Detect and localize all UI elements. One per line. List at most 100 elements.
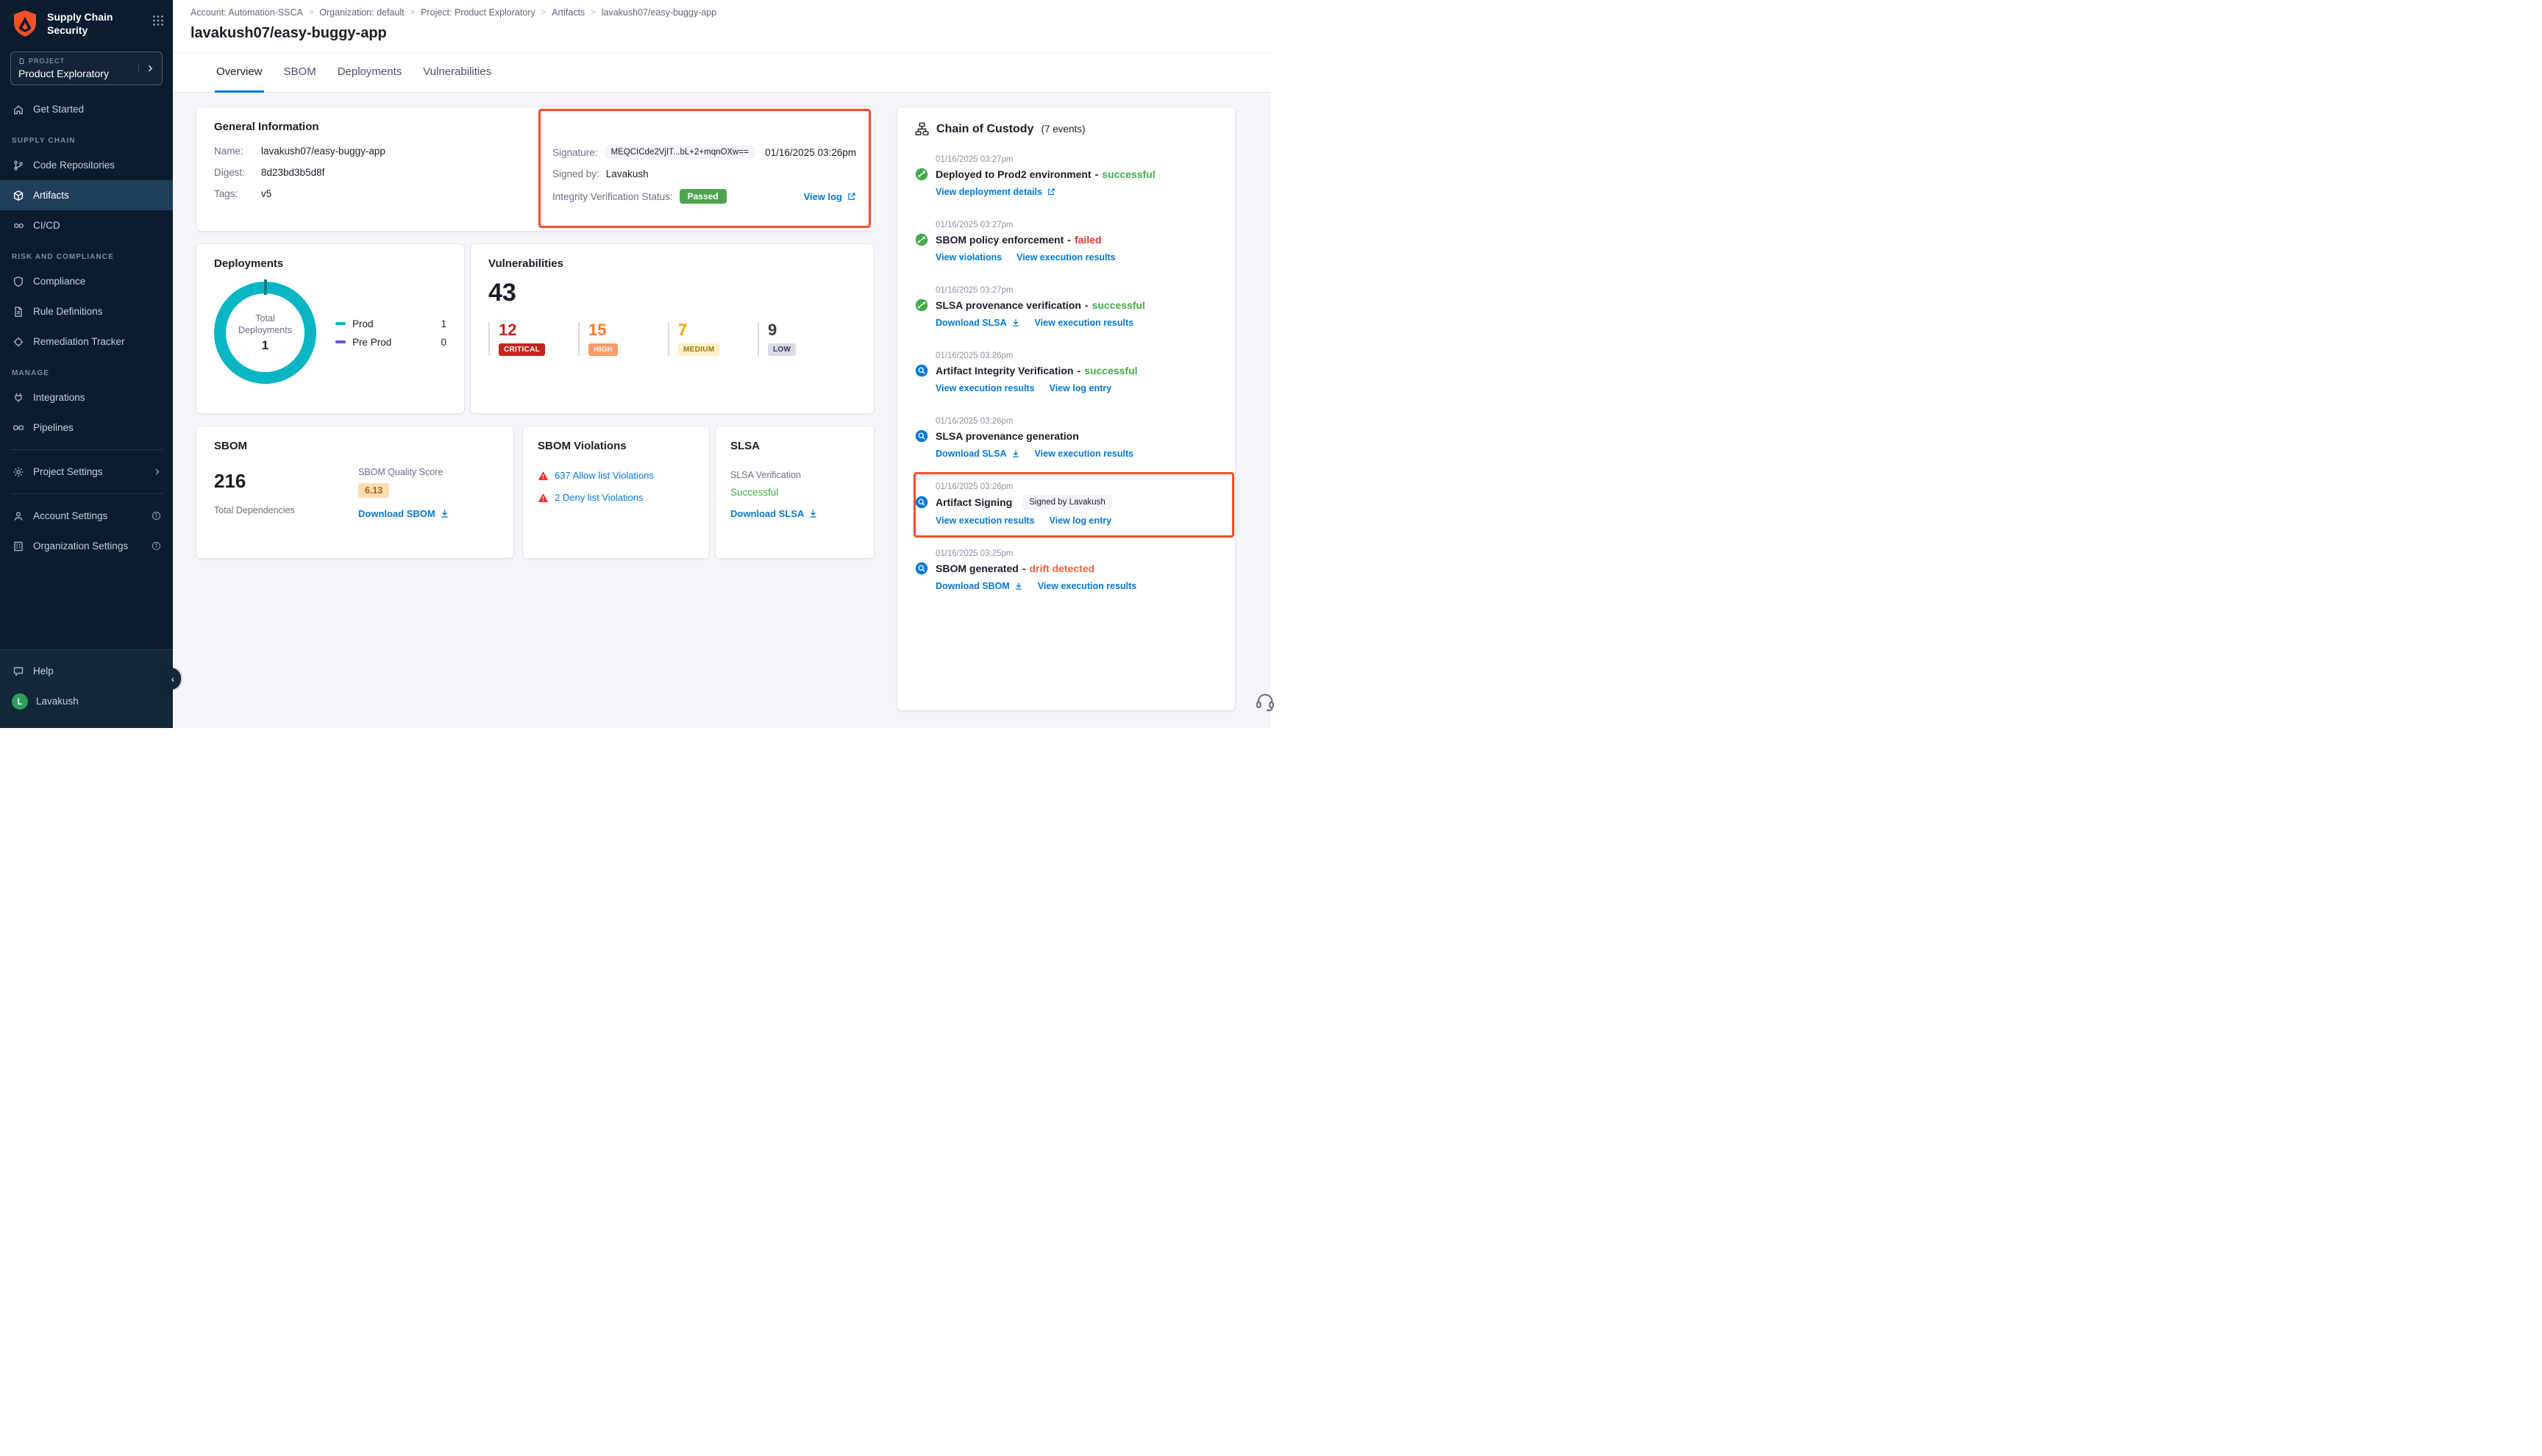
card-title: Vulnerabilities (488, 257, 856, 270)
sidebar-item-code-repositories[interactable]: Code Repositories (0, 150, 173, 180)
chevron-right-icon (138, 64, 154, 73)
nav-section-supply-chain: SUPPLY CHAIN (0, 124, 173, 150)
view-violations-link[interactable]: View violations (936, 252, 1002, 263)
deployments-card: Deployments Total Deployments 1 (196, 244, 464, 413)
cube-icon (12, 190, 25, 201)
event-title: Deployed to Prod2 environment- successfu… (936, 168, 1156, 180)
sidebar-item-label: Help (33, 665, 54, 677)
download-slsa-label: Download SLSA (730, 508, 804, 519)
view-execution-results-link[interactable]: View execution results (1038, 581, 1137, 591)
target-icon (12, 336, 25, 348)
sidebar-item-organization-settings[interactable]: Organization Settings (0, 531, 173, 561)
tab-vulnerabilities[interactable]: Vulnerabilities (421, 53, 493, 93)
view-execution-results-link[interactable]: View execution results (936, 383, 1035, 393)
sidebar-item-project-settings[interactable]: Project Settings (0, 457, 173, 487)
allow-list-violations-link[interactable]: 637 Allow list Violations (538, 470, 694, 481)
slsa-status: Successful (730, 487, 859, 498)
download-slsa-link[interactable]: Download SLSA (730, 508, 818, 519)
event-timestamp: 01/16/2025 03:27pm (936, 286, 1217, 295)
field-label: Digest: (214, 167, 261, 178)
breadcrumb-organization[interactable]: Organization: default (319, 7, 404, 18)
status-badge-passed: Passed (680, 189, 727, 204)
download-sbom-link[interactable]: Download SBOM (936, 581, 1023, 591)
sidebar-item-compliance[interactable]: Compliance (0, 266, 173, 296)
hierarchy-icon (915, 122, 929, 136)
sidebar-item-artifacts[interactable]: Artifacts (0, 180, 173, 210)
signature-timestamp: 01/16/2025 03:26pm (765, 147, 856, 158)
event-title: Artifact Integrity Verification- success… (936, 365, 1138, 377)
pipeline-event-icon (915, 233, 928, 246)
sidebar-item-rule-definitions[interactable]: Rule Definitions (0, 296, 173, 326)
severity-chip: HIGH (588, 343, 618, 356)
infinity-icon (12, 220, 25, 232)
view-execution-results-link[interactable]: View execution results (1035, 318, 1134, 328)
view-execution-results-link[interactable]: View execution results (936, 515, 1035, 526)
sidebar-item-label: Project Settings (33, 466, 103, 477)
event-timestamp: 01/16/2025 03:26pm (936, 351, 1217, 360)
breadcrumb-project[interactable]: Project: Product Exploratory (421, 7, 535, 18)
breadcrumb-artifacts[interactable]: Artifacts (552, 7, 585, 18)
signature-section: Signature: MEQCICde2VjIT...bL+2+mqnOXw==… (552, 146, 856, 210)
sidebar-item-account-settings[interactable]: Account Settings (0, 501, 173, 531)
download-slsa-link[interactable]: Download SLSA (936, 318, 1020, 328)
violation-link-label: 637 Allow list Violations (555, 470, 654, 481)
tab-sbom[interactable]: SBOM (282, 53, 318, 93)
warning-icon (538, 493, 549, 503)
severity-low: 9 LOW (758, 322, 847, 356)
user-icon (12, 510, 25, 522)
download-sbom-link[interactable]: Download SBOM (358, 508, 449, 519)
sidebar-user[interactable]: L Lavakush (0, 686, 173, 716)
severity-count: 7 (678, 322, 758, 338)
severity-medium: 7 MEDIUM (668, 322, 758, 356)
sidebar-item-get-started[interactable]: Get Started (0, 94, 173, 124)
card-title: Deployments (214, 257, 446, 270)
tab-overview[interactable]: Overview (215, 53, 264, 93)
event-timestamp: 01/16/2025 03:25pm (936, 549, 1217, 558)
breadcrumb-account[interactable]: Account: Automation-SSCA (191, 7, 303, 18)
sidebar-item-pipelines[interactable]: Pipelines (0, 413, 173, 443)
view-execution-results-link[interactable]: View execution results (1017, 252, 1116, 263)
download-slsa-link[interactable]: Download SLSA (936, 449, 1020, 459)
field-name: Name: lavakush07/easy-buggy-app (214, 146, 552, 157)
event-status: drift detected (1029, 563, 1094, 574)
card-title: General Information (214, 121, 856, 133)
slsa-verification-label: SLSA Verification (730, 470, 859, 480)
apps-grid-icon[interactable] (152, 9, 164, 26)
event-status: successful (1092, 299, 1145, 311)
severity-breakdown: 12 CRITICAL 15 HIGH 7 MEDIUM (488, 322, 856, 356)
field-tags: Tags: v5 (214, 188, 552, 199)
view-log-link[interactable]: View log (804, 191, 857, 202)
vulnerabilities-total: 43 (488, 279, 856, 307)
event-sbom-policy-enforcement: 01/16/2025 03:27pm SBOM policy enforceme… (915, 221, 1217, 263)
field-value: v5 (261, 188, 271, 199)
sidebar-item-remediation-tracker[interactable]: Remediation Tracker (0, 326, 173, 357)
sidebar-item-integrations[interactable]: Integrations (0, 382, 173, 413)
content-area: General Information Name: lavakush07/eas… (173, 93, 1271, 728)
project-selector[interactable]: PROJECT Product Exploratory (10, 51, 163, 85)
breadcrumb-current[interactable]: lavakush07/easy-buggy-app (602, 7, 716, 18)
view-log-label: View log (804, 191, 843, 202)
app-brand: Supply Chain Security (47, 9, 145, 37)
sidebar: Supply Chain Security PROJECT Product Ex… (0, 0, 173, 728)
view-execution-results-link[interactable]: View execution results (1035, 449, 1134, 459)
deny-list-violations-link[interactable]: 2 Deny list Violations (538, 492, 694, 503)
view-log-entry-link[interactable]: View log entry (1050, 383, 1112, 393)
integrity-label: Integrity Verification Status: (552, 191, 673, 202)
sidebar-item-cicd[interactable]: CI/CD (0, 210, 173, 240)
breadcrumb: Account: Automation-SSCA > Organization:… (191, 7, 1253, 18)
divider (10, 449, 163, 450)
sidebar-item-label: Account Settings (33, 510, 107, 521)
pipeline-event-icon (915, 168, 928, 181)
divider (10, 493, 163, 494)
support-chat-icon[interactable] (1255, 691, 1275, 712)
field-value: 8d23bd3b5d8f (261, 167, 324, 178)
sidebar-item-label: Get Started (33, 104, 84, 115)
event-timestamp: 01/16/2025 03:26pm (936, 482, 1217, 491)
view-log-entry-link[interactable]: View log entry (1050, 515, 1112, 526)
tab-deployments[interactable]: Deployments (336, 53, 404, 93)
event-title: Artifact Signing (936, 496, 1012, 508)
sidebar-item-label: Rule Definitions (33, 306, 103, 317)
sidebar-item-help[interactable]: Help (0, 656, 173, 686)
view-deployment-details-link[interactable]: View deployment details (936, 187, 1055, 197)
card-title: SBOM (214, 440, 496, 452)
